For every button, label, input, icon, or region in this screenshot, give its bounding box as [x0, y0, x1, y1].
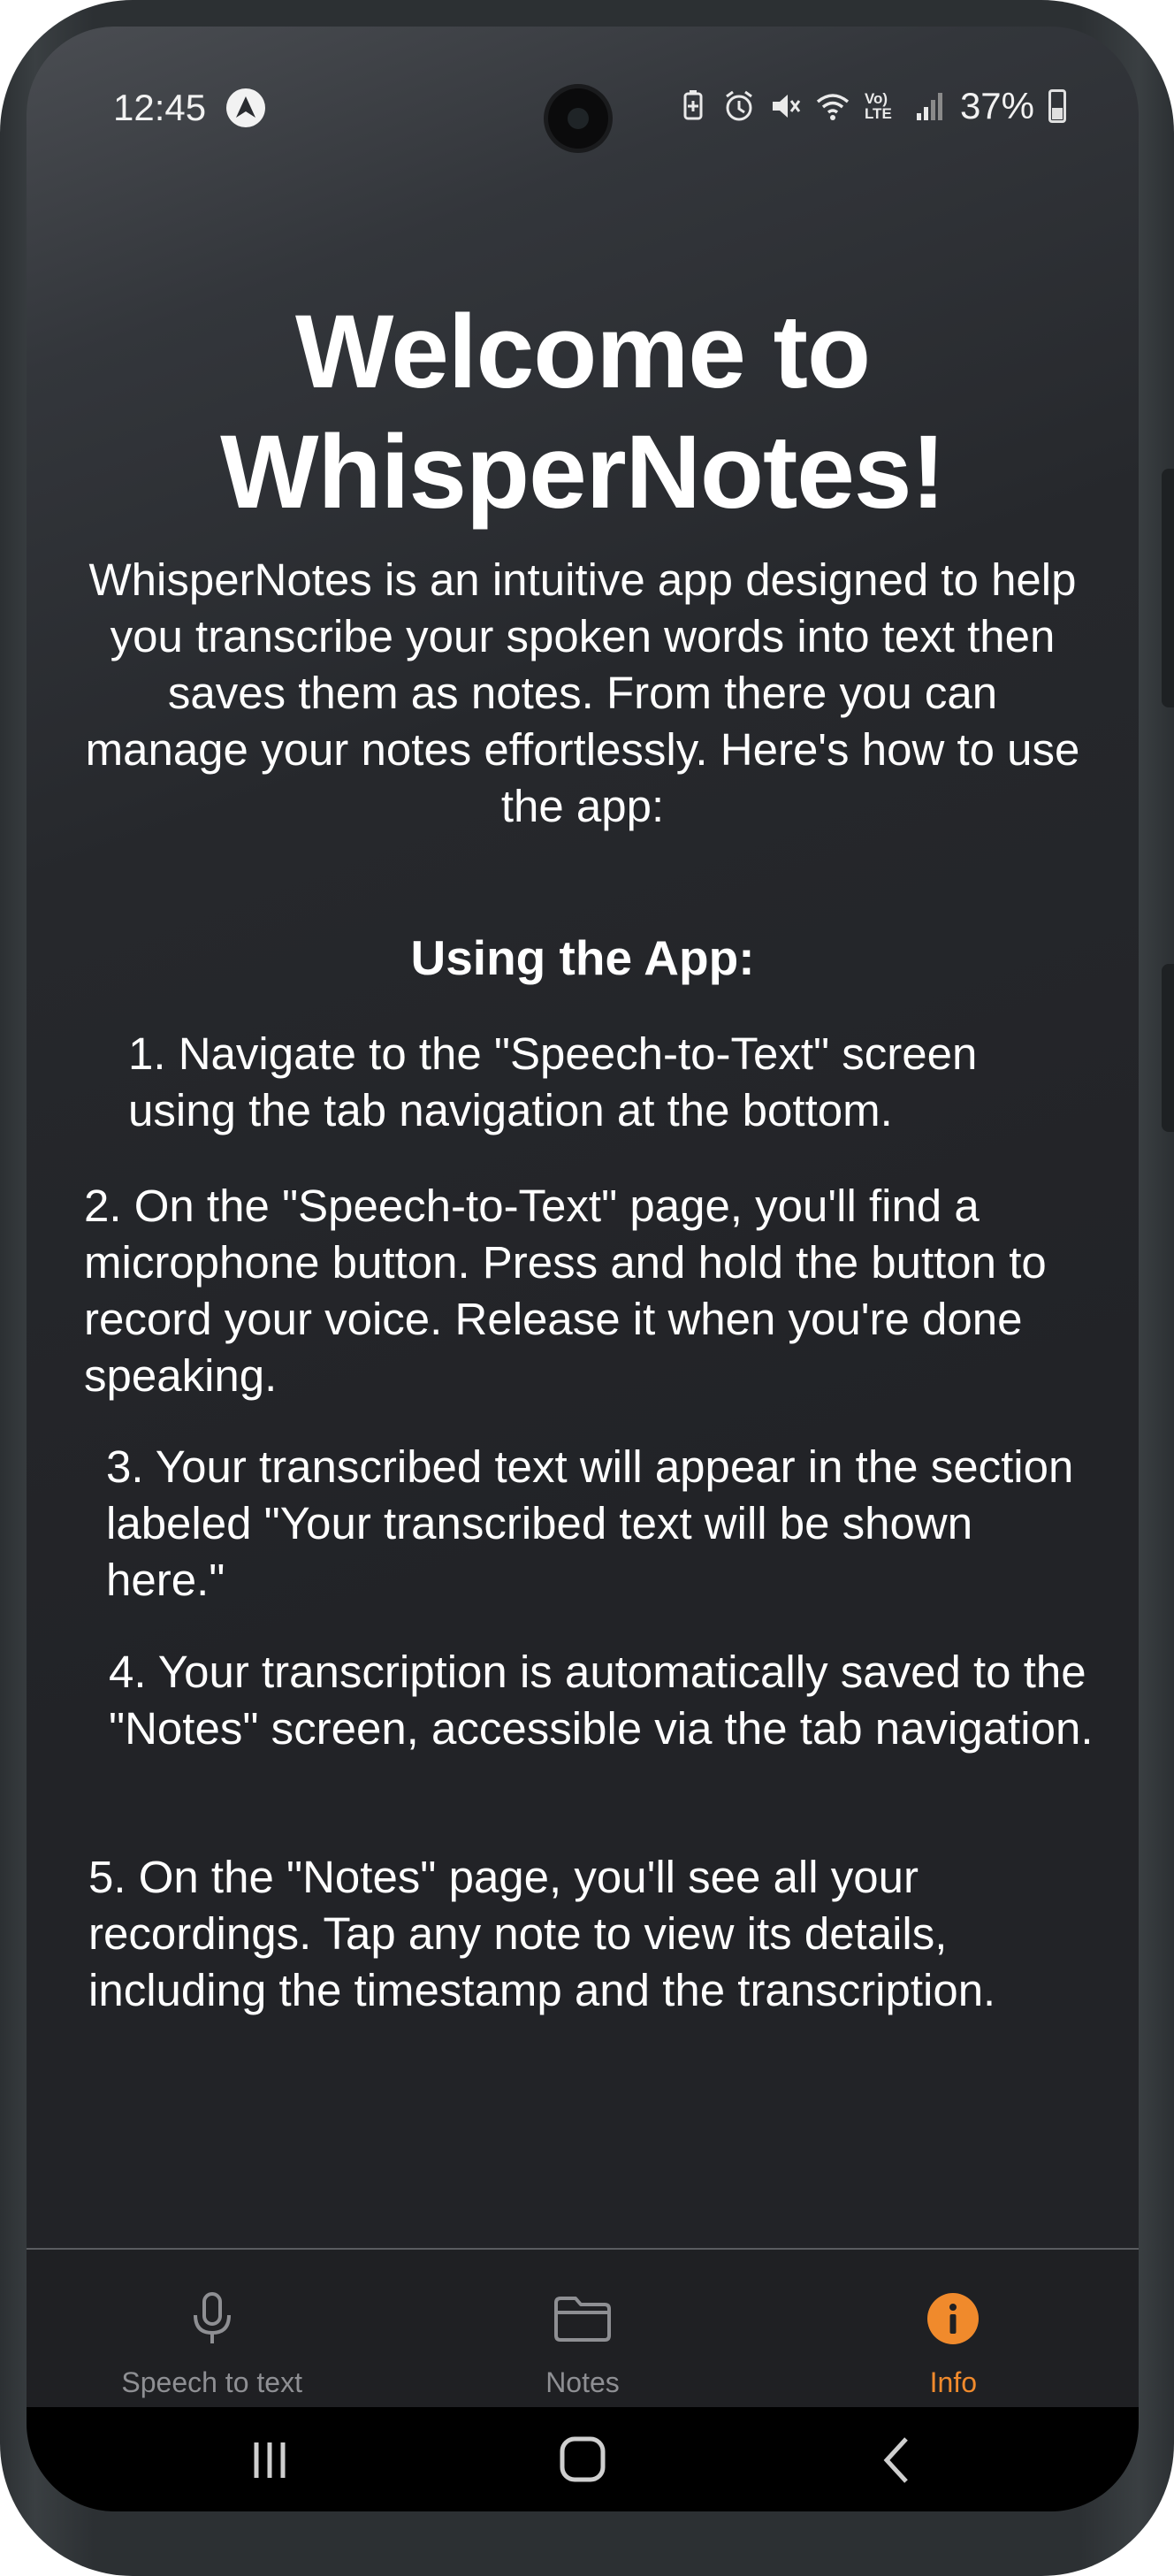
tab-speech-to-text[interactable]: Speech to text — [27, 2250, 397, 2409]
tab-notes[interactable]: Notes — [397, 2250, 767, 2409]
wifi-icon — [816, 94, 850, 120]
page-title: Welcome to WhisperNotes! — [220, 294, 946, 531]
step-item: 3. Your transcribed text will appear in … — [106, 1441, 1074, 1605]
bottom-tab-bar: Speech to text Notes Info — [27, 2248, 1139, 2409]
battery-icon — [1048, 89, 1066, 123]
power-button — [1162, 964, 1174, 1132]
intro-paragraph: WhisperNotes is an intuitive app designe… — [85, 554, 1080, 831]
front-camera — [548, 88, 608, 149]
signal-icon — [916, 93, 942, 120]
status-time: 12:45 — [113, 87, 207, 128]
tab-label: Notes — [545, 2366, 620, 2398]
navigation-icon — [226, 88, 265, 127]
microphone-icon — [193, 2292, 231, 2343]
alarm-icon — [726, 90, 752, 121]
volume-button — [1162, 469, 1174, 707]
info-icon — [927, 2293, 980, 2344]
battery-saver-icon — [683, 90, 703, 120]
mute-icon — [772, 95, 801, 118]
home-icon[interactable] — [543, 2425, 622, 2496]
step-item: 5. On the "Notes" page, you'll see all y… — [88, 1852, 996, 2015]
system-nav-bar — [27, 2407, 1139, 2511]
step-item: 2. On the "Speech-to-Text" page, you'll … — [84, 1181, 1047, 1401]
status-bar: 12:45 Vo) LTE 37% — [27, 27, 1139, 149]
volte-icon: Vo) LTE — [864, 90, 892, 122]
recent-apps-icon[interactable] — [230, 2425, 309, 2496]
screen: 12:45 Vo) LTE 37% Welcome to WhisperNote… — [27, 27, 1139, 2511]
step-item: 4. Your transcription is automatically s… — [109, 1647, 1094, 1754]
step-item: 1. Navigate to the "Speech-to-Text" scre… — [128, 1028, 978, 1135]
back-icon[interactable] — [858, 2425, 937, 2496]
tab-label: Info — [929, 2366, 977, 2398]
section-heading: Using the App: — [410, 930, 755, 985]
phone-frame: 12:45 Vo) LTE 37% Welcome to WhisperNote… — [0, 0, 1174, 2576]
tab-label: Speech to text — [121, 2366, 302, 2398]
battery-percent: 37% — [959, 85, 1034, 126]
status-icons: Vo) LTE 37% — [677, 85, 1066, 127]
folder-icon — [553, 2297, 611, 2342]
tab-info[interactable]: Info — [768, 2250, 1139, 2409]
